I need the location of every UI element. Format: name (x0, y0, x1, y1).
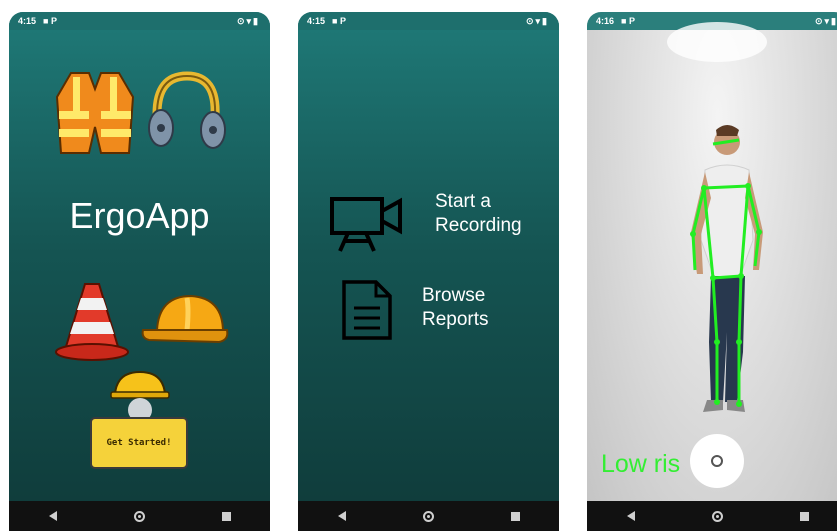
risk-overlay-text: Low ris (601, 450, 681, 478)
record-shutter-button[interactable] (690, 434, 744, 488)
location-icon: ⊙ (525, 16, 536, 26)
record-icon: ■ (43, 16, 49, 26)
recents-icon (511, 511, 520, 521)
hard-hat-icon (141, 294, 229, 344)
status-indicator: P (339, 16, 346, 26)
document-icon (342, 280, 392, 340)
battery-icon: ▮ (253, 16, 260, 26)
shutter-icon (711, 455, 723, 467)
status-bar: 4:15 ■ P ⊙▾▮ (9, 12, 270, 30)
phone-screen-menu: 4:15 ■ P ⊙▾▮ Start a Recording Browse Re… (298, 12, 559, 531)
recents-button[interactable] (212, 501, 242, 531)
record-icon: ■ (332, 16, 338, 26)
recents-button[interactable] (790, 501, 820, 531)
home-icon (712, 510, 723, 522)
back-button[interactable] (327, 501, 357, 531)
safety-vest-icon (55, 72, 135, 154)
navigation-bar (298, 501, 559, 531)
ear-muffs-icon (148, 71, 226, 149)
status-left-icons: ■ P (332, 12, 346, 30)
status-indicator: P (50, 16, 57, 26)
battery-icon: ▮ (542, 16, 549, 26)
home-button[interactable] (125, 501, 155, 531)
back-button[interactable] (38, 501, 68, 531)
location-icon: ⊙ (236, 16, 247, 26)
camera-preview (667, 22, 767, 412)
home-icon (423, 510, 434, 522)
home-icon (134, 510, 145, 522)
person-figure (691, 125, 763, 412)
phone-screen-camera: 4:16 ■ P ⊙▾▮ Low ris (587, 12, 837, 531)
status-bar: 4:15 ■ P ⊙▾▮ (298, 12, 559, 30)
navigation-bar (587, 501, 837, 531)
status-left-icons: ■ P (43, 12, 57, 30)
traffic-cone-icon (55, 283, 129, 361)
back-icon (337, 511, 346, 521)
back-icon (48, 511, 57, 521)
back-button[interactable] (616, 501, 646, 531)
browse-reports-label: Browse Reports (422, 285, 489, 330)
phone-screen-welcome: 4:15 ■ P ⊙▾▮ ErgoApp Get Started! (9, 12, 270, 531)
video-camera-icon (330, 197, 402, 252)
status-time: 4:15 (18, 16, 37, 26)
navigation-bar (9, 501, 270, 531)
recents-icon (222, 511, 231, 521)
home-button[interactable] (414, 501, 444, 531)
status-right-icons: ⊙▾▮ (237, 12, 260, 30)
home-button[interactable] (703, 501, 733, 531)
get-started-button[interactable]: Get Started! (90, 417, 188, 469)
status-time: 4:15 (307, 16, 326, 26)
start-recording-label: Start a Recording (435, 191, 522, 236)
app-title: ErgoApp (69, 195, 210, 236)
status-right-icons: ⊙▾▮ (526, 12, 549, 30)
recents-icon (800, 511, 809, 521)
recents-button[interactable] (501, 501, 531, 531)
back-icon (626, 511, 635, 521)
worker-icon (110, 370, 170, 422)
